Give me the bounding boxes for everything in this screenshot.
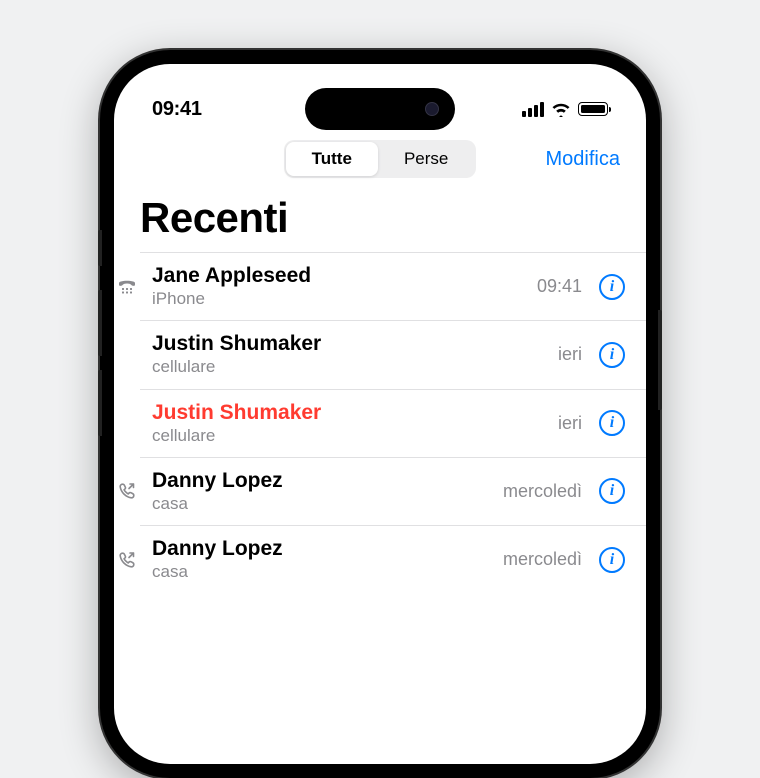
recents-list: Jane AppleseediPhone09:41iJustin Shumake… (114, 252, 646, 593)
call-type-icon-slot (114, 481, 140, 501)
call-subtitle: cellulare (152, 425, 546, 447)
call-time: ieri (558, 413, 582, 434)
tty-icon (117, 278, 137, 296)
wifi-icon (551, 102, 571, 117)
call-text: Danny Lopezcasa (152, 536, 491, 583)
info-icon: i (599, 547, 625, 573)
info-button[interactable]: i (598, 273, 626, 301)
call-row[interactable]: Danny Lopezcasa mercoledì i (140, 525, 646, 593)
call-text: Justin Shumakercellulare (152, 331, 546, 378)
cellular-signal-icon (522, 102, 544, 117)
call-subtitle: iPhone (152, 288, 525, 310)
info-button[interactable]: i (598, 409, 626, 437)
caller-name: Jane Appleseed (152, 263, 525, 288)
caller-name: Danny Lopez (152, 468, 491, 493)
status-time: 09:41 (152, 98, 202, 121)
info-icon: i (599, 478, 625, 504)
nav-bar: Tutte Perse Modifica (114, 134, 646, 190)
call-text: Justin Shumakercellulare (152, 400, 546, 447)
info-icon: i (599, 342, 625, 368)
call-text: Danny Lopezcasa (152, 468, 491, 515)
call-subtitle: casa (152, 493, 491, 515)
phone-frame: 09:41 Tutte Perse Modifica Recenti Jane … (100, 50, 660, 778)
call-row[interactable]: Justin Shumakercellulare ierii (140, 389, 646, 457)
call-time: mercoledì (503, 481, 582, 502)
info-icon: i (599, 410, 625, 436)
phone-screen: 09:41 Tutte Perse Modifica Recenti Jane … (114, 64, 646, 764)
info-button[interactable]: i (598, 546, 626, 574)
call-time: 09:41 (537, 276, 582, 297)
tab-missed[interactable]: Perse (378, 142, 474, 176)
call-type-icon-slot (114, 550, 140, 570)
tab-all[interactable]: Tutte (286, 142, 378, 176)
call-row[interactable]: Jane AppleseediPhone 09:41 i (140, 252, 646, 320)
info-icon: i (599, 274, 625, 300)
call-subtitle: cellulare (152, 356, 546, 378)
call-subtitle: casa (152, 561, 491, 583)
outgoing-call-icon (117, 481, 137, 501)
call-time: ieri (558, 344, 582, 365)
call-text: Jane AppleseediPhone (152, 263, 525, 310)
info-button[interactable]: i (598, 477, 626, 505)
page-title: Recenti (114, 190, 646, 252)
caller-name: Danny Lopez (152, 536, 491, 561)
outgoing-call-icon (117, 550, 137, 570)
call-row[interactable]: Danny Lopezcasa mercoledì i (140, 457, 646, 525)
front-camera (425, 102, 439, 116)
segmented-control: Tutte Perse (284, 140, 477, 178)
caller-name: Justin Shumaker (152, 331, 546, 356)
edit-button[interactable]: Modifica (546, 148, 620, 171)
battery-icon (578, 102, 608, 116)
dynamic-island (305, 88, 455, 130)
info-button[interactable]: i (598, 341, 626, 369)
call-time: mercoledì (503, 549, 582, 570)
call-type-icon-slot (114, 278, 140, 296)
call-row[interactable]: Justin Shumakercellulare ierii (140, 320, 646, 388)
caller-name: Justin Shumaker (152, 400, 546, 425)
